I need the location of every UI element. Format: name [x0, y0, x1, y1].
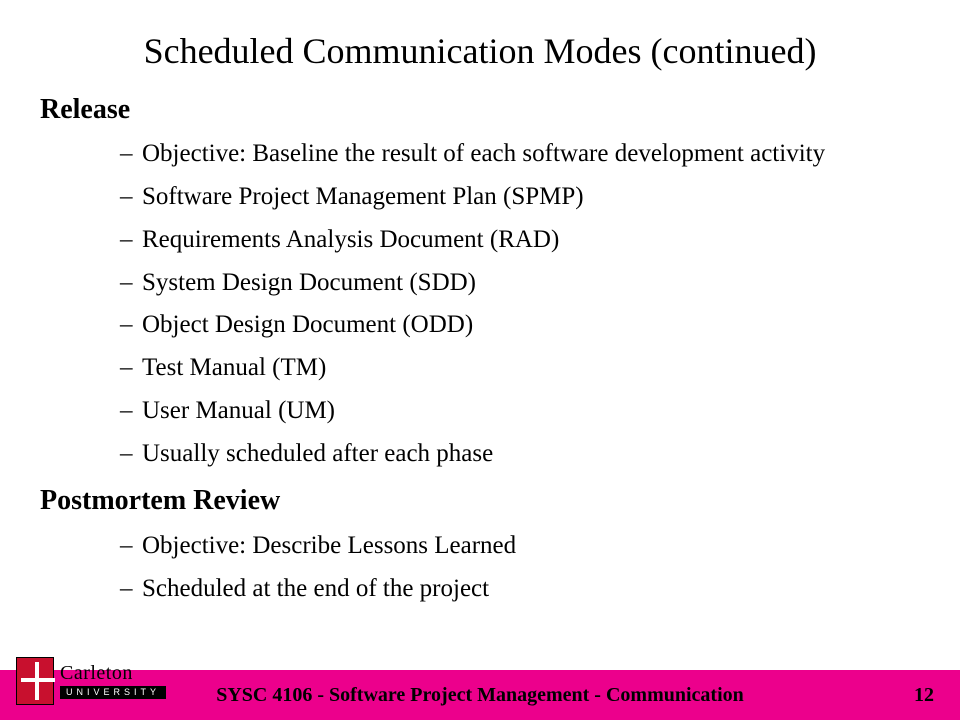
- carleton-logo: Carleton UNIVERSITY: [16, 652, 166, 710]
- section-heading-postmortem: Postmortem Review: [40, 479, 920, 522]
- list-item: Requirements Analysis Document (RAD): [120, 221, 920, 260]
- list-item: System Design Document (SDD): [120, 264, 920, 303]
- list-item: Object Design Document (ODD): [120, 306, 920, 345]
- slide-content: Release Objective: Baseline the result o…: [0, 88, 960, 608]
- list-item: Objective: Describe Lessons Learned: [120, 527, 920, 566]
- list-item: Objective: Baseline the result of each s…: [120, 135, 920, 174]
- section-heading-release: Release: [40, 88, 920, 131]
- bullet-list-postmortem: Objective: Describe Lessons Learned Sche…: [40, 527, 920, 609]
- page-number: 12: [914, 684, 934, 707]
- list-item: Software Project Management Plan (SPMP): [120, 178, 920, 217]
- logo-line1: Carleton: [60, 663, 166, 683]
- list-item: Usually scheduled after each phase: [120, 435, 920, 474]
- slide: Scheduled Communication Modes (continued…: [0, 0, 960, 720]
- list-item: Scheduled at the end of the project: [120, 570, 920, 609]
- list-item: User Manual (UM): [120, 392, 920, 431]
- list-item: Test Manual (TM): [120, 349, 920, 388]
- bullet-list-release: Objective: Baseline the result of each s…: [40, 135, 920, 473]
- logo-line2: UNIVERSITY: [60, 686, 166, 699]
- shield-icon: [16, 657, 54, 705]
- logo-text: Carleton UNIVERSITY: [60, 663, 166, 699]
- slide-title: Scheduled Communication Modes (continued…: [0, 0, 960, 82]
